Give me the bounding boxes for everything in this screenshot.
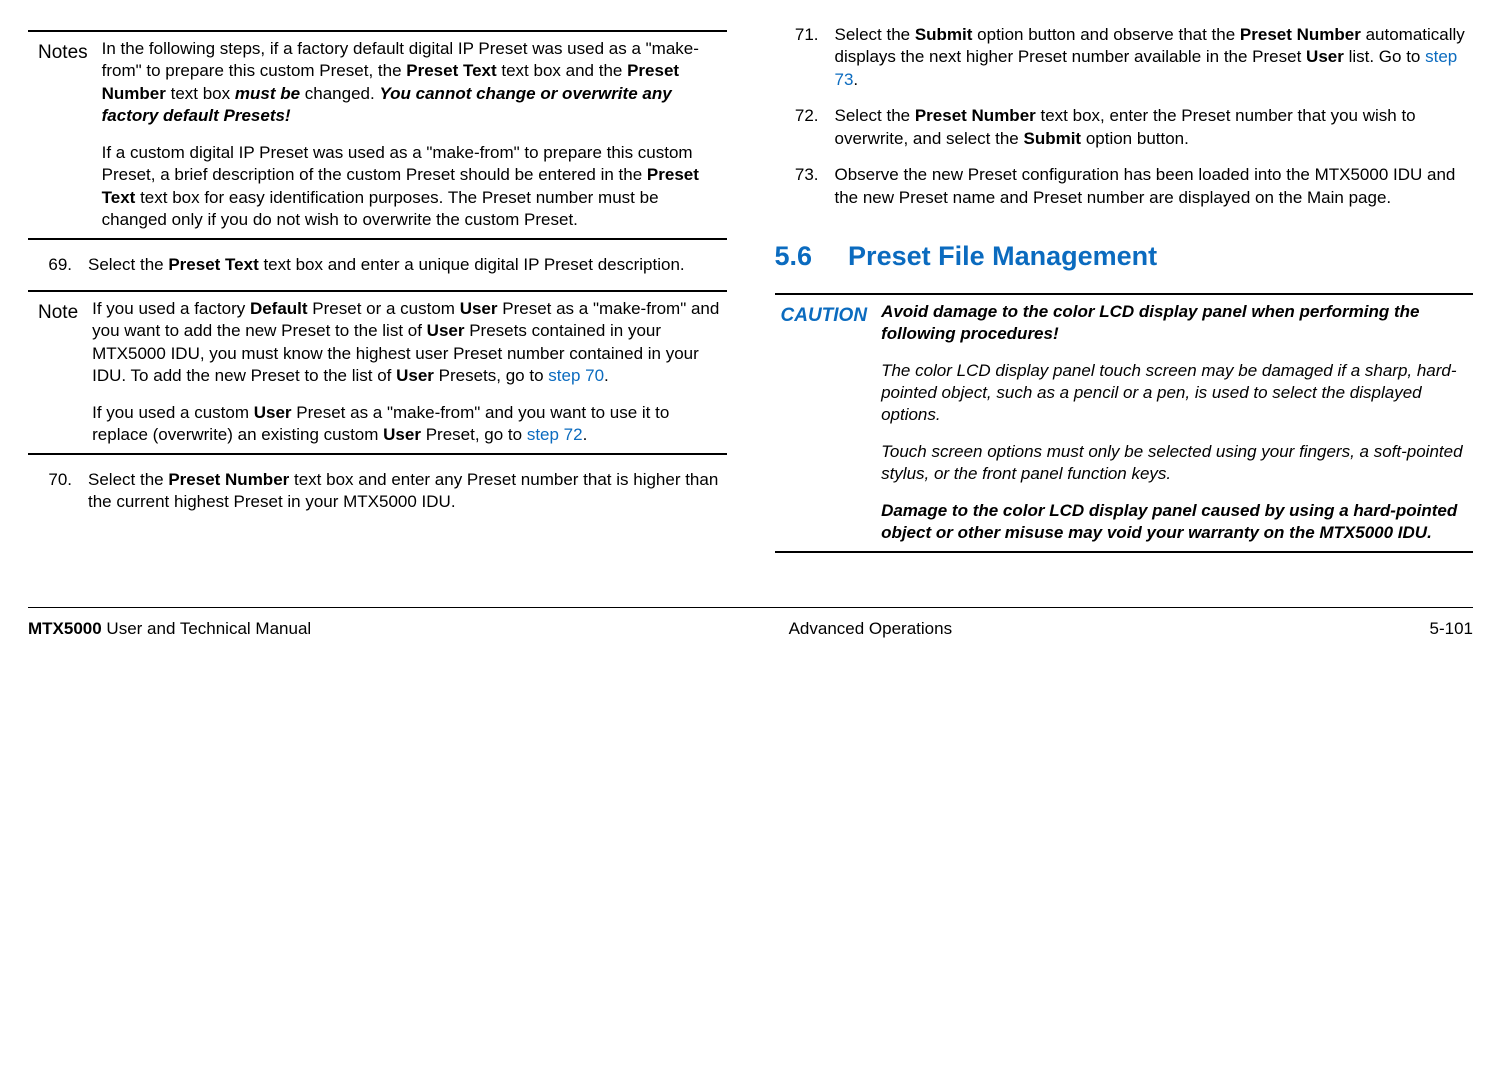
caution-p1: Avoid damage to the color LCD display pa… bbox=[881, 301, 1469, 346]
link-step-70[interactable]: step 70 bbox=[548, 366, 604, 385]
notes-label: Notes bbox=[28, 38, 88, 232]
step-73: 73. Observe the new Preset configuration… bbox=[775, 164, 1474, 209]
step-number: 72. bbox=[775, 105, 819, 150]
step-body: Select the Preset Number text box and en… bbox=[88, 469, 727, 514]
note-paragraph-1: If you used a factory Default Preset or … bbox=[92, 298, 722, 388]
heading-title: Preset File Management bbox=[848, 239, 1473, 275]
step-number: 73. bbox=[775, 164, 819, 209]
note-body: If you used a factory Default Preset or … bbox=[92, 298, 726, 447]
heading-number: 5.6 bbox=[775, 239, 813, 275]
notes-block: Notes In the following steps, if a facto… bbox=[28, 30, 727, 240]
footer-left: MTX5000 User and Technical Manual bbox=[28, 618, 311, 640]
left-column: Notes In the following steps, if a facto… bbox=[28, 24, 727, 567]
footer-center: Advanced Operations bbox=[789, 618, 953, 640]
page-body: Notes In the following steps, if a facto… bbox=[28, 24, 1473, 567]
step-71: 71. Select the Submit option button and … bbox=[775, 24, 1474, 91]
caution-p2: The color LCD display panel touch screen… bbox=[881, 360, 1469, 427]
caution-body: Avoid damage to the color LCD display pa… bbox=[881, 301, 1473, 545]
step-body: Select the Preset Text text box and ente… bbox=[88, 254, 727, 276]
note-paragraph-2: If you used a custom User Preset as a "m… bbox=[92, 402, 722, 447]
right-column: 71. Select the Submit option button and … bbox=[775, 24, 1474, 567]
note-block: Note If you used a factory Default Prese… bbox=[28, 290, 727, 455]
caution-p3: Touch screen options must only be select… bbox=[881, 441, 1469, 486]
notes-body: In the following steps, if a factory def… bbox=[102, 38, 727, 232]
step-number: 70. bbox=[28, 469, 72, 514]
step-body: Select the Submit option button and obse… bbox=[835, 24, 1474, 91]
notes-paragraph-2: If a custom digital IP Preset was used a… bbox=[102, 142, 723, 232]
caution-p4: Damage to the color LCD display panel ca… bbox=[881, 500, 1469, 545]
step-number: 69. bbox=[28, 254, 72, 276]
section-heading: 5.6 Preset File Management bbox=[775, 239, 1474, 275]
step-body: Observe the new Preset configuration has… bbox=[835, 164, 1474, 209]
caution-label: CAUTION bbox=[775, 301, 868, 545]
link-step-72[interactable]: step 72 bbox=[527, 425, 583, 444]
step-72: 72. Select the Preset Number text box, e… bbox=[775, 105, 1474, 150]
footer-right: 5-101 bbox=[1430, 618, 1473, 640]
caution-block: CAUTION Avoid damage to the color LCD di… bbox=[775, 293, 1474, 553]
page-footer: MTX5000 User and Technical Manual Advanc… bbox=[28, 607, 1473, 640]
step-70: 70. Select the Preset Number text box an… bbox=[28, 469, 727, 514]
step-69: 69. Select the Preset Text text box and … bbox=[28, 254, 727, 276]
notes-paragraph-1: In the following steps, if a factory def… bbox=[102, 38, 723, 128]
step-body: Select the Preset Number text box, enter… bbox=[835, 105, 1474, 150]
step-number: 71. bbox=[775, 24, 819, 91]
note-label: Note bbox=[28, 298, 78, 447]
